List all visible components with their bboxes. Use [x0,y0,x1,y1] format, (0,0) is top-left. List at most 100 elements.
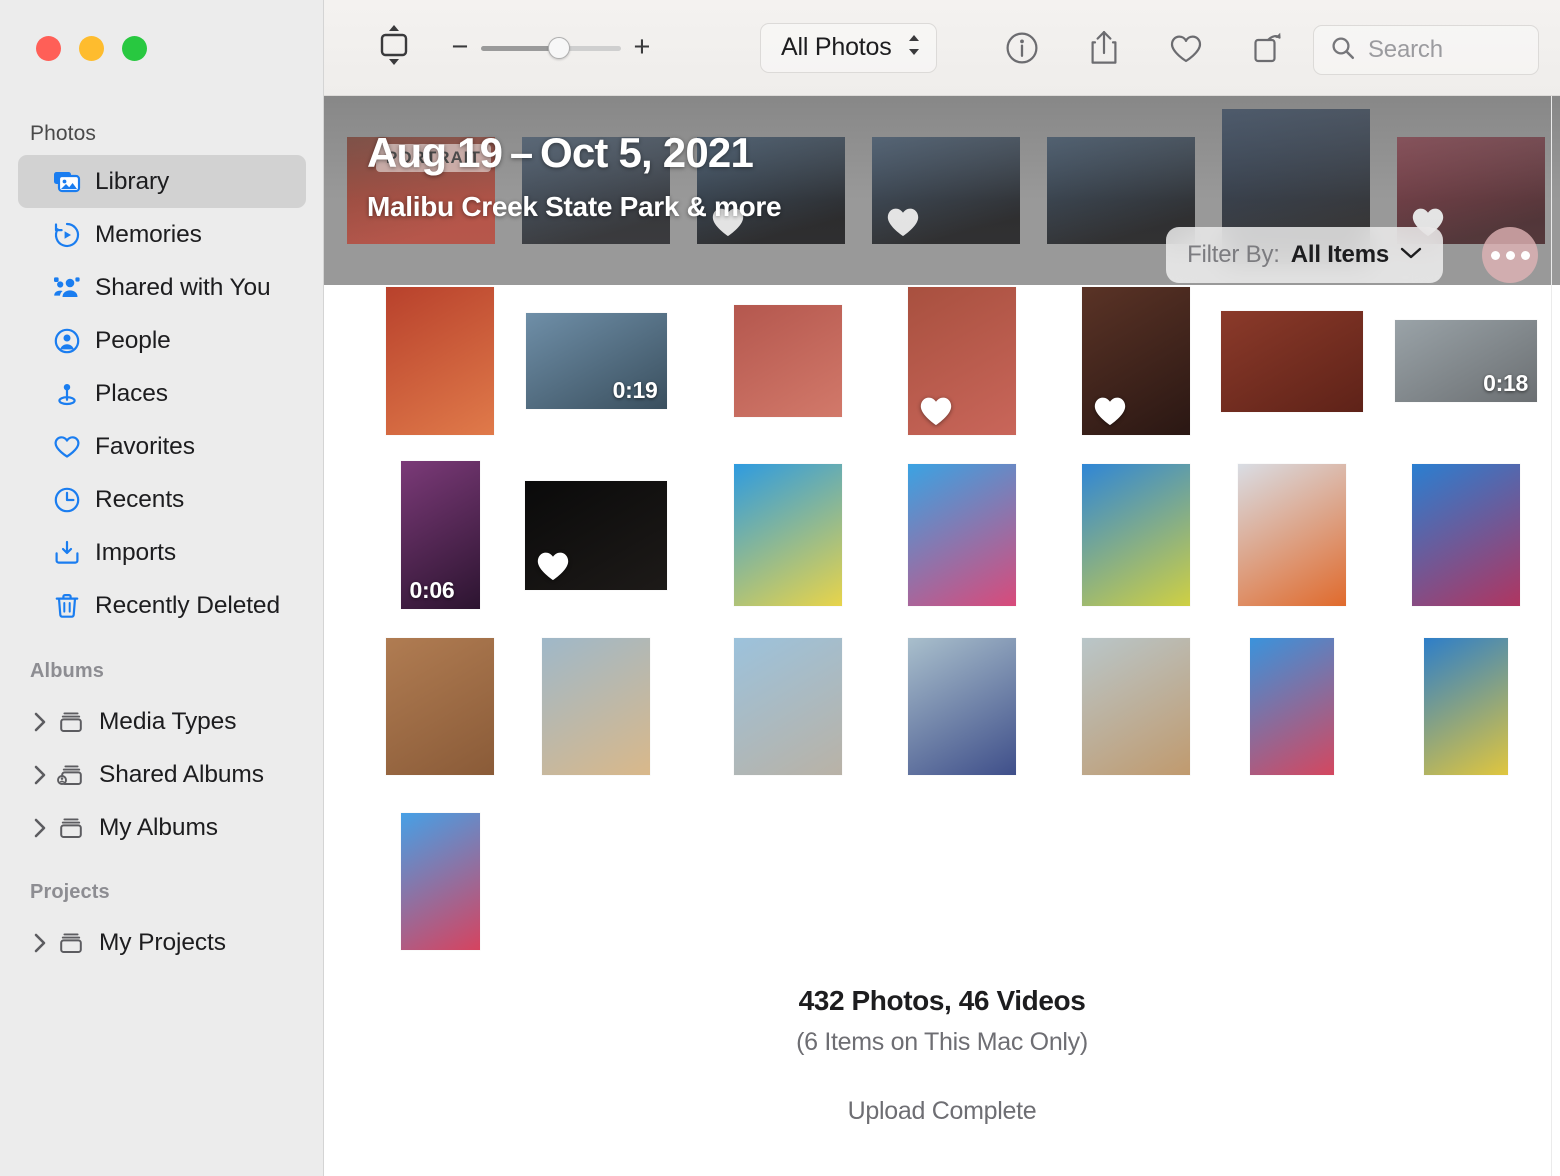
local-items-note: (6 Items on This Mac Only) [324,1028,1560,1057]
video-duration: 0:06 [410,577,455,604]
photo-umbrella-c[interactable] [1082,464,1190,606]
album-icon [56,928,86,958]
filter-by-dropdown[interactable]: Filter By: All Items [1166,227,1443,283]
album-icon [56,707,86,737]
sidebar-item-places[interactable]: Places [18,367,306,420]
toolbar: − + All Photos [324,0,1560,96]
sidebar-item-library[interactable]: Library [18,155,306,208]
video-woman-car[interactable]: 0:19 [526,313,667,409]
aspect-ratio-button[interactable] [371,25,417,71]
photo-umbrella-a[interactable] [734,464,842,606]
favorite-heart-icon [919,395,953,427]
photo-desert-plant[interactable] [386,638,494,775]
photo-umbrella-b[interactable] [908,464,1016,606]
photo-portrait-dark[interactable] [1082,287,1190,435]
minimize-button[interactable] [79,36,104,61]
photo-braids-flower[interactable] [734,305,842,417]
more-options-button[interactable] [1482,227,1538,283]
upload-status: Upload Complete [324,1097,1560,1126]
photo-grid-cell [522,635,670,777]
photo-grid-cell [1218,635,1366,777]
places-pin-icon [52,379,82,409]
video-neon-portrait[interactable]: 0:06 [401,461,480,609]
photo-umbrella-f[interactable] [1424,638,1508,775]
sidebar-item-imports[interactable]: Imports [18,526,306,579]
slider-knob[interactable] [548,37,570,59]
view-mode-label: All Photos [781,33,892,62]
photo-curly-stripes[interactable] [1238,464,1346,606]
photo-grid-cell: 0:18 [1392,285,1540,437]
photo-umbrella-e[interactable] [1250,638,1334,775]
aspect-ratio-icon [374,23,414,72]
slider-track-filled [481,46,554,51]
photo-grid-cell [888,635,1036,777]
sidebar-item-recents[interactable]: Recents [18,473,306,526]
sidebar-item-my-projects[interactable]: My Projects [18,916,306,969]
chevron-right-icon[interactable] [28,817,52,839]
favorite-heart-icon [886,206,918,236]
favorite-heart-icon [536,550,570,582]
shared-album-icon [56,760,86,790]
chevron-right-icon[interactable] [28,711,52,733]
photo-grid-cell [366,635,514,777]
shared-with-you-icon [52,273,82,303]
search-field[interactable]: Search [1313,25,1539,75]
photo-umbrella-d[interactable] [1412,464,1520,606]
video-camp-table[interactable]: 0:18 [1395,320,1537,402]
zoom-out-button[interactable]: − [447,33,473,62]
photo-hand-fabric[interactable] [386,287,494,435]
sidebar-item-label: Places [95,380,168,408]
photo-umbrella-g[interactable] [401,813,480,950]
photo-man-sitting-rock[interactable] [908,638,1016,775]
sidebar-item-favorites[interactable]: Favorites [18,420,306,473]
maximize-button[interactable] [122,36,147,61]
chevron-right-icon[interactable] [28,932,52,954]
favorite-heart-icon[interactable] [1165,27,1207,69]
sidebar-item-label: Library [95,168,169,196]
photo-woman-cliff[interactable] [1082,638,1190,775]
zoom-in-button[interactable]: + [629,33,655,62]
memory-date-range: Aug 19 – Oct 5, 2021 [367,132,781,175]
sidebar-item-people[interactable]: People [18,314,306,367]
photo-flower-profile[interactable] [908,287,1016,435]
close-button[interactable] [36,36,61,61]
photo-grid-cell [366,285,514,437]
sidebar-item-shared-albums[interactable]: Shared Albums [18,748,306,801]
toolbar-actions [1001,27,1289,69]
chevron-right-icon[interactable] [28,764,52,786]
ellipsis-dot [1521,251,1530,260]
memory-header[interactable]: PORTRAIT Aug 19 – Oct 5, 2021 Malibu Cre… [324,96,1560,285]
sidebar-albums-list: Media Types Shared Albums My Albums [0,695,324,854]
memory-location: Malibu Creek State Park & more [367,191,781,223]
sidebar-item-recently-deleted[interactable]: Recently Deleted [18,579,306,632]
vertical-scrollbar[interactable] [1551,96,1560,1176]
view-mode-popup-button[interactable]: All Photos [760,23,937,73]
photo-grid-cell [888,285,1036,437]
photo-grid-cell: 0:06 [366,460,514,610]
memory-thumb-4[interactable] [872,137,1020,244]
video-duration: 0:18 [1483,370,1528,397]
info-icon[interactable] [1001,27,1043,69]
photo-grid-cell [714,635,862,777]
sidebar-item-my-albums[interactable]: My Albums [18,801,306,854]
photo-night-shop[interactable] [525,481,667,590]
rotate-icon[interactable] [1247,27,1289,69]
sidebar-item-shared-with-you[interactable]: Shared with You [18,261,306,314]
memory-title-block: Aug 19 – Oct 5, 2021 Malibu Creek State … [367,132,781,223]
photo-grid-cell [888,460,1036,610]
zoom-slider[interactable] [481,37,621,59]
share-icon[interactable] [1083,27,1125,69]
photo-man-hand-hair[interactable] [734,638,842,775]
sidebar-item-label: Imports [95,539,176,567]
photo-man-bandana[interactable] [542,638,650,775]
photo-grid-cell [1062,460,1210,610]
item-count: 432 Photos, 46 Videos [324,985,1560,1017]
sidebar-item-label: Media Types [99,708,236,736]
photo-grid-cell [522,460,670,610]
sidebar-item-label: My Projects [99,929,226,957]
sidebar-item-media-types[interactable]: Media Types [18,695,306,748]
search-icon [1330,35,1356,66]
photo-pink-turtleneck[interactable] [1221,311,1363,412]
sidebar-item-label: Shared with You [95,274,271,302]
sidebar-item-memories[interactable]: Memories [18,208,306,261]
